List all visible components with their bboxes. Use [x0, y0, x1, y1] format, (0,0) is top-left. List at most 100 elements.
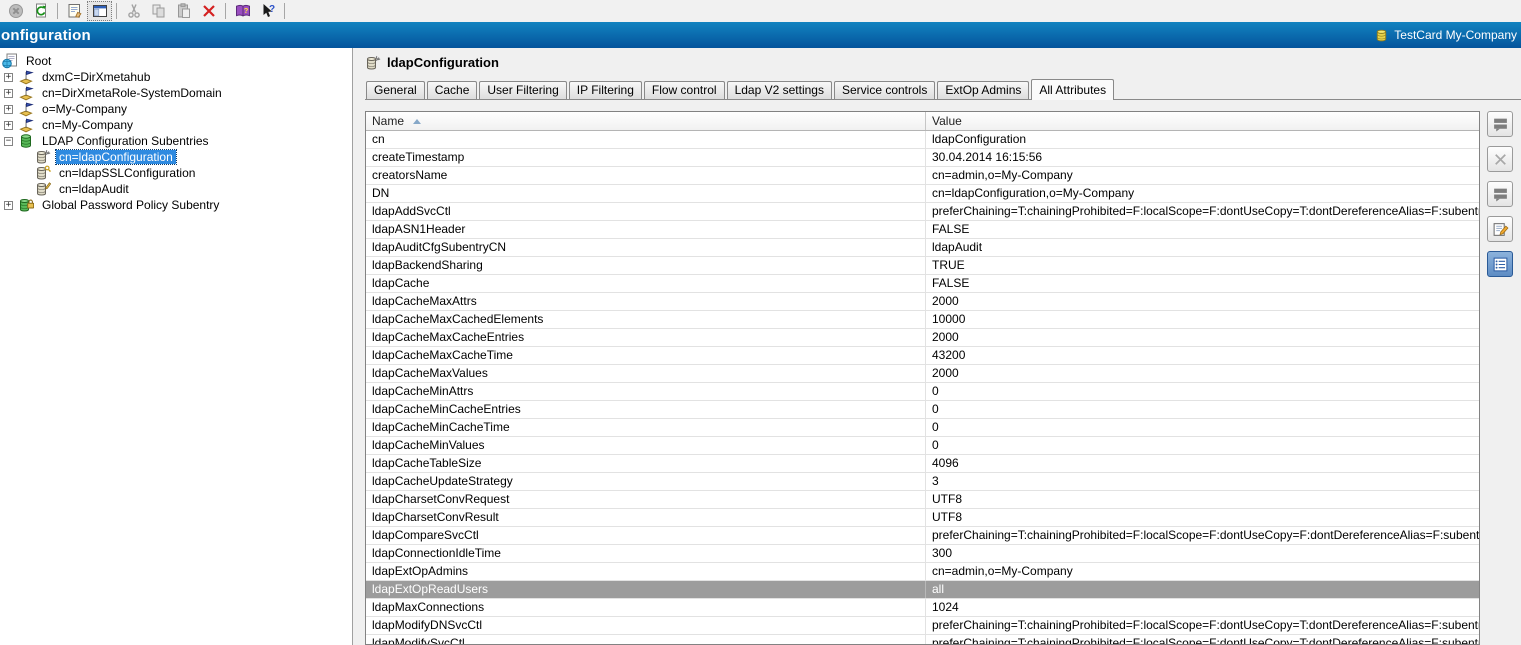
tab-flow-control[interactable]: Flow control	[644, 81, 725, 99]
table-row[interactable]: createTimestamp30.04.2014 16:15:56	[366, 149, 1479, 167]
attr-value-cell[interactable]: 10000	[926, 311, 1479, 328]
table-row[interactable]: ldapAuditCfgSubentryCNldapAudit	[366, 239, 1479, 257]
tree-item[interactable]: + Global Password Policy Subentry	[0, 197, 352, 213]
attr-name-cell[interactable]: ldapCacheUpdateStrategy	[366, 473, 926, 490]
attr-name-cell[interactable]: ldapCacheMinCacheEntries	[366, 401, 926, 418]
attr-name-cell[interactable]: ldapBackendSharing	[366, 257, 926, 274]
table-row[interactable]: ldapCacheMaxCacheTime43200	[366, 347, 1479, 365]
tree-item[interactable]: + o=My-Company	[0, 101, 352, 117]
tree-item[interactable]: + cn=DirXmetaRole-SystemDomain	[0, 85, 352, 101]
attr-value-cell[interactable]: preferChaining=T:chainingProhibited=F:lo…	[926, 203, 1479, 220]
tree-item-label[interactable]: Root	[23, 54, 54, 68]
attr-name-cell[interactable]: ldapCacheMinValues	[366, 437, 926, 454]
tree-expander-plus-icon[interactable]: +	[4, 121, 13, 130]
attr-value-cell[interactable]: ldapConfiguration	[926, 131, 1479, 148]
table-row[interactable]: ldapCharsetConvResultUTF8	[366, 509, 1479, 527]
table-row[interactable]: ldapCacheTableSize4096	[366, 455, 1479, 473]
tree-expander-plus-icon[interactable]: +	[4, 105, 13, 114]
context-help-button[interactable]: ?	[255, 1, 280, 21]
attr-value-cell[interactable]: preferChaining=T:chainingProhibited=F:lo…	[926, 617, 1479, 634]
attr-name-cell[interactable]: ldapCompareSvcCtl	[366, 527, 926, 544]
tree-expander-plus-icon[interactable]: +	[4, 89, 13, 98]
column-header-value[interactable]: Value	[926, 112, 1479, 130]
table-row[interactable]: ldapModifyDNSvcCtlpreferChaining=T:chain…	[366, 617, 1479, 635]
table-row[interactable]: ldapModifySvcCtlpreferChaining=T:chainin…	[366, 635, 1479, 645]
tree-item-label[interactable]: cn=ldapAudit	[56, 182, 132, 196]
attr-name-cell[interactable]: cn	[366, 131, 926, 148]
stop-button[interactable]	[3, 1, 28, 21]
properties-button[interactable]	[62, 1, 87, 21]
tree-item[interactable]: cn=ldapConfiguration	[0, 149, 352, 165]
table-row[interactable]: ldapCacheMinCacheEntries0	[366, 401, 1479, 419]
table-row[interactable]: ldapCacheMaxAttrs2000	[366, 293, 1479, 311]
tree-item-label[interactable]: LDAP Configuration Subentries	[39, 134, 212, 148]
tree-expander-plus-icon[interactable]: +	[4, 201, 13, 210]
attr-value-cell[interactable]: 43200	[926, 347, 1479, 364]
attr-value-cell[interactable]: TRUE	[926, 257, 1479, 274]
tree-expander-minus-icon[interactable]: −	[4, 137, 13, 146]
attr-value-cell[interactable]: 1024	[926, 599, 1479, 616]
delete-button[interactable]	[196, 1, 221, 21]
attr-value-cell[interactable]: 300	[926, 545, 1479, 562]
table-row[interactable]: ldapCacheMinCacheTime0	[366, 419, 1479, 437]
attr-name-cell[interactable]: ldapConnectionIdleTime	[366, 545, 926, 562]
attr-name-cell[interactable]: ldapCacheTableSize	[366, 455, 926, 472]
attr-value-cell[interactable]: preferChaining=T:chainingProhibited=F:lo…	[926, 527, 1479, 544]
table-row[interactable]: ldapExtOpReadUsersall	[366, 581, 1479, 599]
tree-item[interactable]: +dxmC=DirXmetahub	[0, 69, 352, 85]
attr-value-cell[interactable]: 0	[926, 383, 1479, 400]
table-row[interactable]: creatorsNamecn=admin,o=My-Company	[366, 167, 1479, 185]
attr-name-cell[interactable]: ldapCacheMaxCacheEntries	[366, 329, 926, 346]
attr-name-cell[interactable]: ldapASN1Header	[366, 221, 926, 238]
attr-value-cell[interactable]: 0	[926, 401, 1479, 418]
tab-service-controls[interactable]: Service controls	[834, 81, 935, 99]
add-value-button[interactable]	[1487, 111, 1513, 137]
tab-ip-filtering[interactable]: IP Filtering	[569, 81, 642, 99]
copy-button[interactable]	[146, 1, 171, 21]
attribute-list-toggle-button[interactable]	[1487, 251, 1513, 277]
attr-name-cell[interactable]: ldapCacheMaxCachedElements	[366, 311, 926, 328]
paste-button[interactable]	[171, 1, 196, 21]
attr-name-cell[interactable]: ldapCharsetConvResult	[366, 509, 926, 526]
tab-cache[interactable]: Cache	[427, 81, 478, 99]
attr-value-cell[interactable]: 2000	[926, 329, 1479, 346]
tree-item[interactable]: +cn=My-Company	[0, 117, 352, 133]
edit-value-button[interactable]	[1487, 216, 1513, 242]
attr-value-cell[interactable]: FALSE	[926, 221, 1479, 238]
table-row[interactable]: ldapASN1HeaderFALSE	[366, 221, 1479, 239]
attr-value-cell[interactable]: cn=ldapConfiguration,o=My-Company	[926, 185, 1479, 202]
table-row[interactable]: ldapCacheMaxCacheEntries2000	[366, 329, 1479, 347]
attr-name-cell[interactable]: ldapExtOpAdmins	[366, 563, 926, 580]
attr-value-cell[interactable]: UTF8	[926, 509, 1479, 526]
cut-button[interactable]	[121, 1, 146, 21]
table-row[interactable]: ldapCacheFALSE	[366, 275, 1479, 293]
tree-item-label[interactable]: Global Password Policy Subentry	[39, 198, 222, 212]
multi-value-button[interactable]	[1487, 181, 1513, 207]
attr-value-cell[interactable]: preferChaining=T:chainingProhibited=F:lo…	[926, 635, 1479, 645]
tree-view-toggle-button[interactable]	[87, 1, 112, 21]
attr-name-cell[interactable]: createTimestamp	[366, 149, 926, 166]
attr-value-cell[interactable]: 3	[926, 473, 1479, 490]
tree-item-label[interactable]: dxmC=DirXmetahub	[39, 70, 153, 84]
attr-name-cell[interactable]: ldapCacheMinCacheTime	[366, 419, 926, 436]
table-row[interactable]: ldapCacheMinValues0	[366, 437, 1479, 455]
tree-item-label[interactable]: o=My-Company	[39, 102, 130, 116]
tree-item-label[interactable]: cn=DirXmetaRole-SystemDomain	[39, 86, 225, 100]
table-row[interactable]: ldapCacheMaxValues2000	[366, 365, 1479, 383]
attr-name-cell[interactable]: ldapCacheMinAttrs	[366, 383, 926, 400]
tab-ldap-v2-settings[interactable]: Ldap V2 settings	[727, 81, 832, 99]
table-row[interactable]: ldapMaxConnections1024	[366, 599, 1479, 617]
delete-value-button[interactable]	[1487, 146, 1513, 172]
table-row[interactable]: ldapCacheMaxCachedElements10000	[366, 311, 1479, 329]
table-row[interactable]: ldapBackendSharingTRUE	[366, 257, 1479, 275]
attr-value-cell[interactable]: 0	[926, 437, 1479, 454]
attr-name-cell[interactable]: ldapCache	[366, 275, 926, 292]
attr-value-cell[interactable]: cn=admin,o=My-Company	[926, 563, 1479, 580]
tree-item[interactable]: cn=ldapSSLConfiguration	[0, 165, 352, 181]
attr-value-cell[interactable]: ldapAudit	[926, 239, 1479, 256]
attr-name-cell[interactable]: ldapCharsetConvRequest	[366, 491, 926, 508]
attr-name-cell[interactable]: ldapCacheMaxValues	[366, 365, 926, 382]
attr-name-cell[interactable]: ldapModifyDNSvcCtl	[366, 617, 926, 634]
table-row[interactable]: ldapCacheMinAttrs0	[366, 383, 1479, 401]
table-row[interactable]: ldapCacheUpdateStrategy3	[366, 473, 1479, 491]
